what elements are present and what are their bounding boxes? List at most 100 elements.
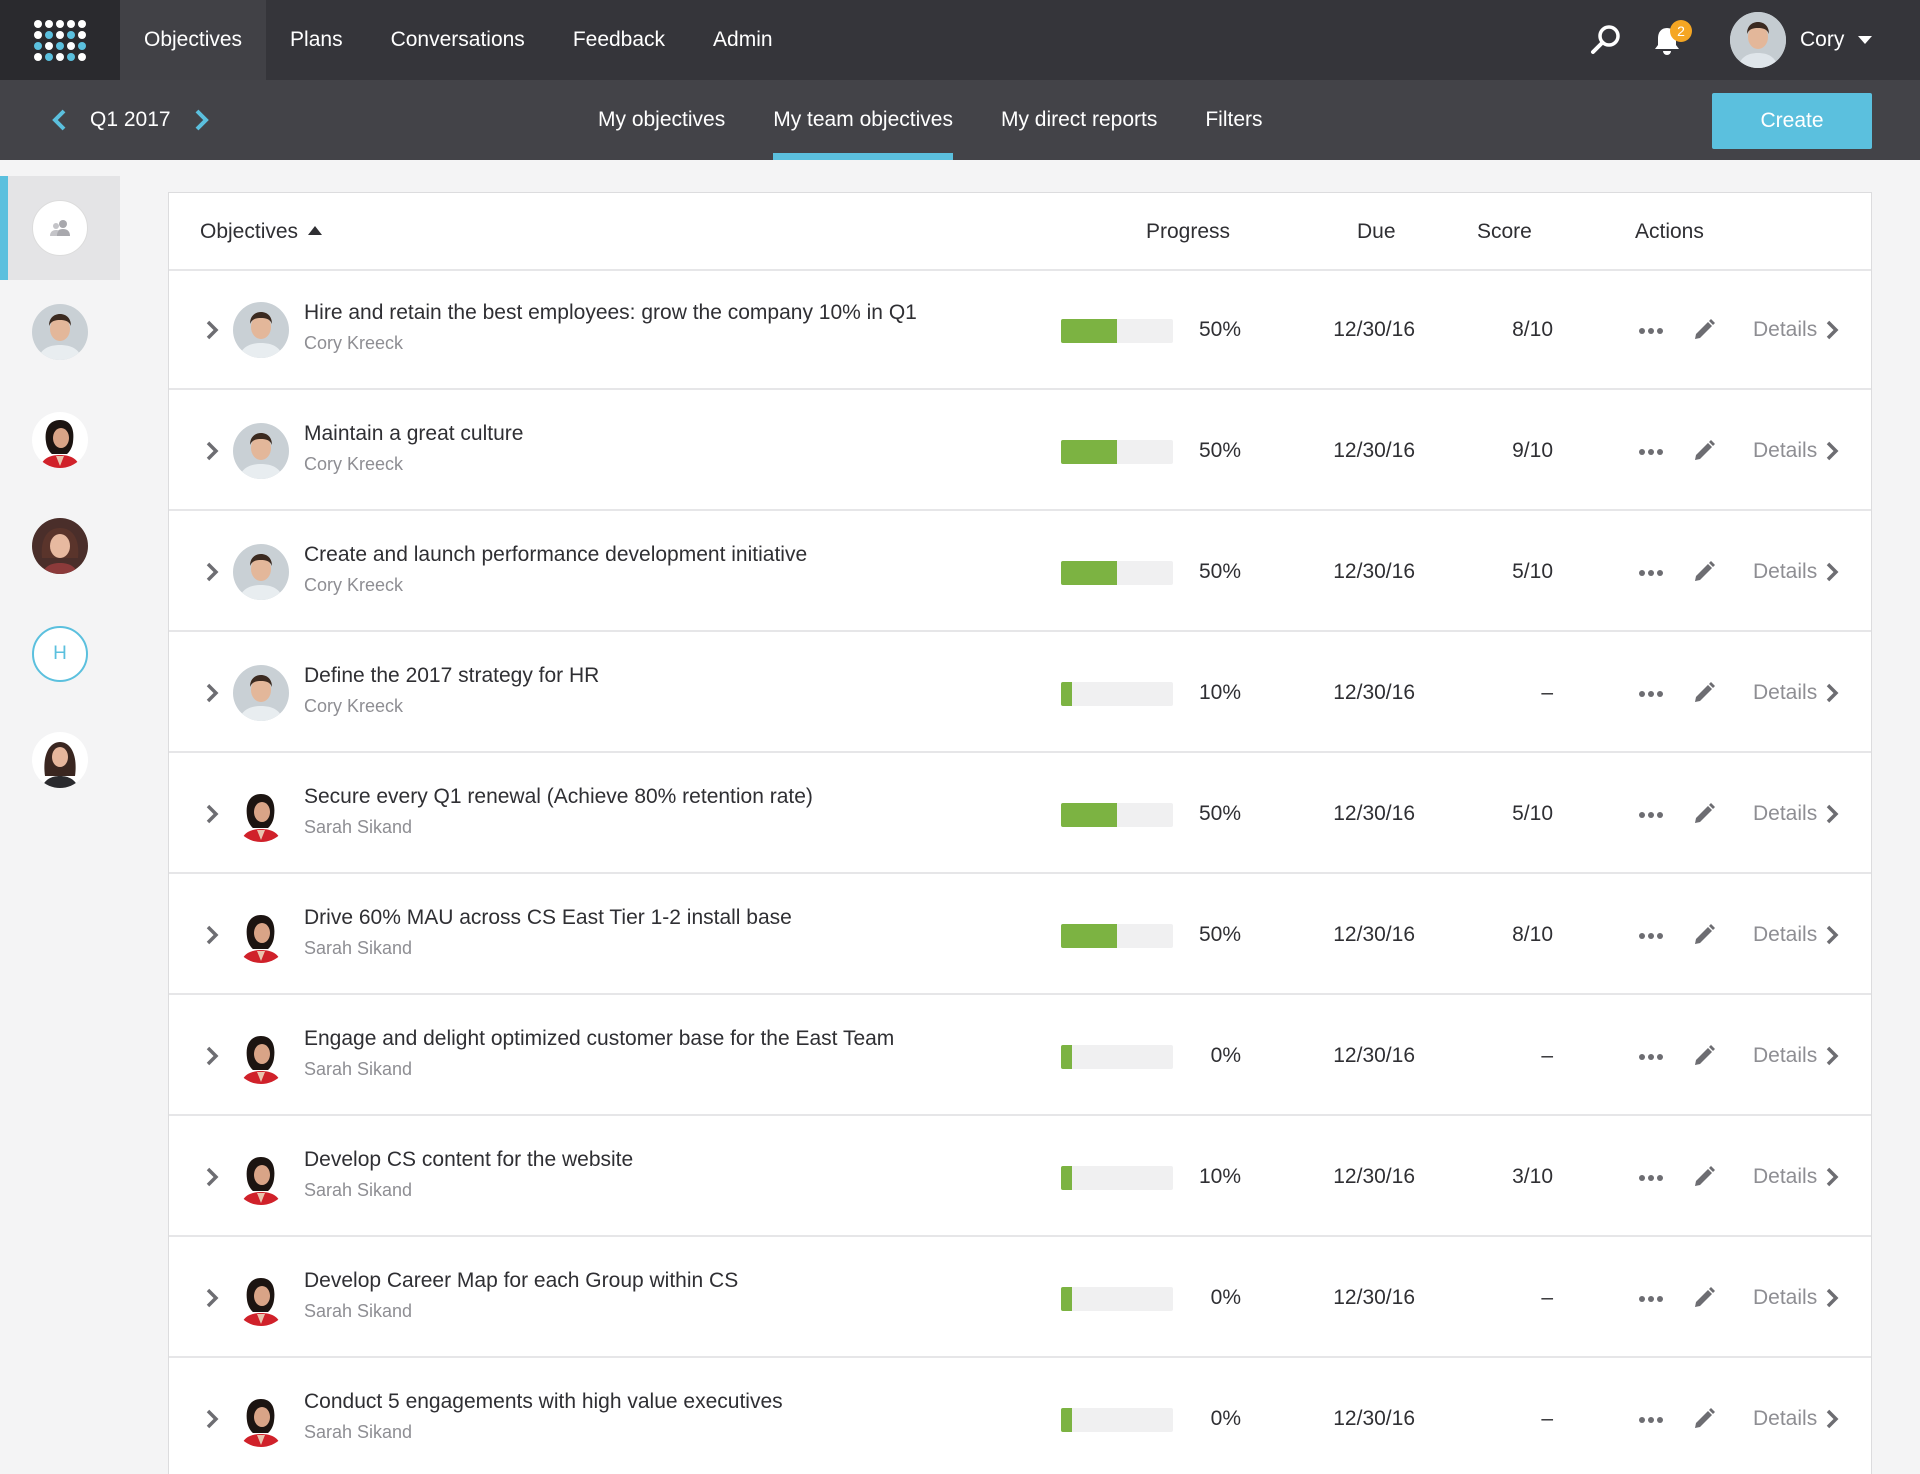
chevron-left-icon[interactable] xyxy=(48,108,72,132)
rail-item-person-3[interactable] xyxy=(0,494,120,598)
search-icon[interactable] xyxy=(1590,24,1622,56)
edit-pencil-icon[interactable] xyxy=(1691,801,1715,827)
tab-my-direct-reports[interactable]: My direct reports xyxy=(977,80,1181,160)
details-link[interactable]: Details xyxy=(1753,802,1839,826)
table-row[interactable]: Secure every Q1 renewal (Achieve 80% ret… xyxy=(169,755,1871,874)
nav-plans[interactable]: Plans xyxy=(266,0,367,80)
more-options-icon[interactable] xyxy=(1637,805,1665,825)
edit-pencil-icon[interactable] xyxy=(1691,680,1715,706)
objective-title[interactable]: Conduct 5 engagements with high value ex… xyxy=(304,1390,783,1414)
nav-objectives[interactable]: Objectives xyxy=(120,0,267,80)
more-options-icon[interactable] xyxy=(1637,684,1665,704)
create-button[interactable]: Create xyxy=(1712,93,1872,149)
rail-item-person-h[interactable]: H xyxy=(0,602,120,706)
details-link[interactable]: Details xyxy=(1753,560,1839,584)
edit-pencil-icon[interactable] xyxy=(1691,559,1715,585)
more-options-icon[interactable] xyxy=(1637,1168,1665,1188)
edit-pencil-icon[interactable] xyxy=(1691,317,1715,343)
table-row[interactable]: Define the 2017 strategy for HR Cory Kree… xyxy=(169,634,1871,753)
owner-avatar xyxy=(233,1149,289,1205)
rail-item-team[interactable] xyxy=(0,176,120,280)
chevron-right-icon[interactable] xyxy=(201,1044,223,1068)
more-options-icon[interactable] xyxy=(1637,1410,1665,1430)
tab-my-team-objectives[interactable]: My team objectives xyxy=(749,80,977,160)
chevron-right-icon[interactable] xyxy=(201,1286,223,1310)
avatar xyxy=(32,304,88,360)
notification-count-badge: 2 xyxy=(1670,20,1692,42)
details-link[interactable]: Details xyxy=(1753,1407,1839,1431)
more-options-icon[interactable] xyxy=(1637,321,1665,341)
details-link[interactable]: Details xyxy=(1753,1286,1839,1310)
chevron-right-icon[interactable] xyxy=(201,560,223,584)
rail-item-cory[interactable] xyxy=(0,280,120,384)
more-options-icon[interactable] xyxy=(1637,1289,1665,1309)
chevron-right-icon[interactable] xyxy=(201,1165,223,1189)
edit-pencil-icon[interactable] xyxy=(1691,1285,1715,1311)
due-date: 12/30/16 xyxy=(1333,923,1415,946)
score: 8/10 xyxy=(1512,318,1553,341)
user-menu[interactable]: Cory xyxy=(1730,12,1873,68)
chevron-right-icon[interactable] xyxy=(201,439,223,463)
details-label: Details xyxy=(1753,923,1818,946)
edit-pencil-icon[interactable] xyxy=(1691,438,1715,464)
details-link[interactable]: Details xyxy=(1753,439,1839,463)
score: – xyxy=(1541,1044,1553,1067)
details-link[interactable]: Details xyxy=(1753,681,1839,705)
caret-down-icon xyxy=(1858,36,1873,44)
user-avatar xyxy=(1730,12,1786,68)
tab-filters[interactable]: Filters xyxy=(1181,80,1286,160)
more-options-icon[interactable] xyxy=(1637,1047,1665,1067)
table-row[interactable]: Develop Career Map for each Group within… xyxy=(169,1239,1871,1358)
details-link[interactable]: Details xyxy=(1753,923,1839,947)
objective-title[interactable]: Secure every Q1 renewal (Achieve 80% ret… xyxy=(304,785,813,809)
edit-pencil-icon[interactable] xyxy=(1691,1406,1715,1432)
table-row[interactable]: Engage and delight optimized customer ba… xyxy=(169,997,1871,1116)
table-row[interactable]: Conduct 5 engagements with high value ex… xyxy=(169,1360,1871,1474)
table-row[interactable]: Hire and retain the best employees: grow… xyxy=(169,271,1871,390)
column-header-objectives[interactable]: Objectives xyxy=(200,193,323,271)
nav-conversations[interactable]: Conversations xyxy=(367,0,549,80)
objective-title[interactable]: Maintain a great culture xyxy=(304,422,523,446)
progress-percent: 10% xyxy=(1198,1165,1241,1188)
column-header-label: Objectives xyxy=(200,220,299,243)
nav-admin[interactable]: Admin xyxy=(689,0,797,80)
chevron-right-icon[interactable] xyxy=(201,318,223,342)
details-link[interactable]: Details xyxy=(1753,1044,1839,1068)
chevron-right-icon[interactable] xyxy=(201,681,223,705)
objective-title[interactable]: Develop CS content for the website xyxy=(304,1148,633,1172)
edit-pencil-icon[interactable] xyxy=(1691,922,1715,948)
edit-pencil-icon[interactable] xyxy=(1691,1164,1715,1190)
table-row[interactable]: Create and launch performance developmen… xyxy=(169,513,1871,632)
objective-title[interactable]: Engage and delight optimized customer ba… xyxy=(304,1027,894,1051)
chevron-right-icon xyxy=(1826,1288,1839,1308)
more-options-icon[interactable] xyxy=(1637,563,1665,583)
more-options-icon[interactable] xyxy=(1637,442,1665,462)
rail-item-person-5[interactable] xyxy=(0,708,120,812)
chevron-right-icon xyxy=(1826,320,1839,340)
tab-my-objectives[interactable]: My objectives xyxy=(574,80,749,160)
details-link[interactable]: Details xyxy=(1753,318,1839,342)
objective-title[interactable]: Define the 2017 strategy for HR xyxy=(304,664,599,688)
objective-title[interactable]: Drive 60% MAU across CS East Tier 1-2 in… xyxy=(304,906,792,930)
table-row[interactable]: Maintain a great culture Cory Kreeck 50% 12… xyxy=(169,392,1871,511)
objective-title[interactable]: Develop Career Map for each Group within… xyxy=(304,1269,738,1293)
owner-avatar xyxy=(233,1270,289,1326)
chevron-right-icon[interactable] xyxy=(189,108,213,132)
table-row[interactable]: Develop CS content for the website Sarah … xyxy=(169,1118,1871,1237)
rail-item-sarah[interactable] xyxy=(0,388,120,492)
more-options-icon[interactable] xyxy=(1637,926,1665,946)
edit-pencil-icon[interactable] xyxy=(1691,1043,1715,1069)
chevron-right-icon[interactable] xyxy=(201,802,223,826)
objective-title[interactable]: Create and launch performance developmen… xyxy=(304,543,807,567)
notifications-button[interactable]: 2 xyxy=(1650,20,1692,58)
details-link[interactable]: Details xyxy=(1753,1165,1839,1189)
nav-feedback[interactable]: Feedback xyxy=(549,0,689,80)
table-row[interactable]: Drive 60% MAU across CS East Tier 1-2 in… xyxy=(169,876,1871,995)
owner-avatar xyxy=(233,302,289,358)
column-header-actions: Actions xyxy=(1635,220,1704,243)
chevron-right-icon[interactable] xyxy=(201,923,223,947)
app-logo[interactable] xyxy=(0,0,120,80)
chevron-right-icon[interactable] xyxy=(201,1407,223,1431)
objective-title[interactable]: Hire and retain the best employees: grow… xyxy=(304,301,917,325)
progress-bar-fill xyxy=(1061,319,1117,343)
